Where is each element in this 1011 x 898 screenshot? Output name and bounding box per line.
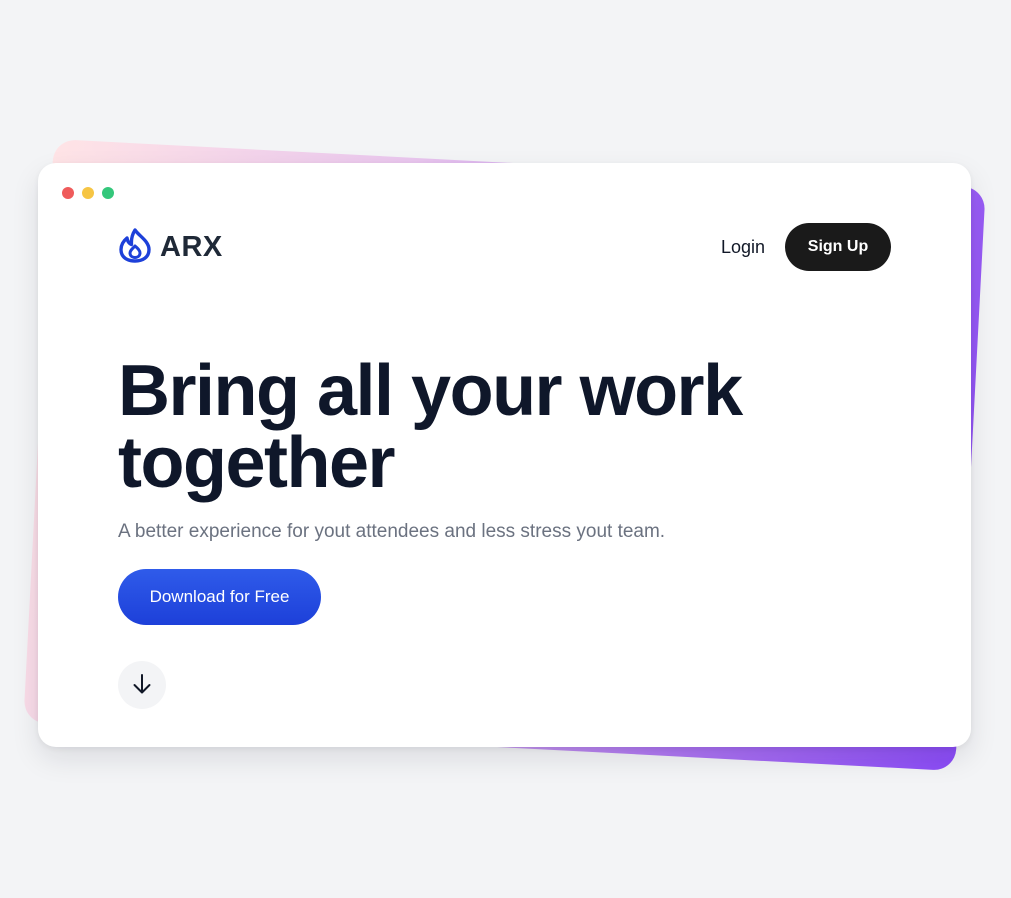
download-button[interactable]: Download for Free (118, 569, 321, 625)
minimize-dot[interactable] (82, 187, 94, 199)
headline-line-2: together (118, 423, 396, 503)
top-nav: ARX Login Sign Up (118, 223, 891, 271)
hero-subtitle: A better experience for yout attendees a… (118, 521, 666, 542)
window-controls (62, 187, 114, 199)
nav-actions: Login Sign Up (721, 223, 891, 271)
maximize-dot[interactable] (102, 187, 114, 199)
close-dot[interactable] (62, 187, 74, 199)
scroll-down-button[interactable] (118, 661, 166, 709)
arrow-down-icon (132, 673, 152, 698)
brand-logo[interactable]: ARX (118, 227, 223, 268)
hero-headline: Bring all your work together (118, 355, 878, 499)
browser-window: ARX Login Sign Up Bring all your work to… (38, 163, 971, 747)
hero-section: Bring all your work together A better ex… (118, 355, 878, 709)
page-stage: ARX Login Sign Up Bring all your work to… (0, 0, 1011, 898)
brand-name: ARX (160, 230, 223, 263)
flame-icon (118, 227, 152, 268)
headline-line-1: Bring all your work (118, 351, 743, 431)
signup-button[interactable]: Sign Up (785, 223, 891, 271)
login-link[interactable]: Login (721, 237, 765, 258)
